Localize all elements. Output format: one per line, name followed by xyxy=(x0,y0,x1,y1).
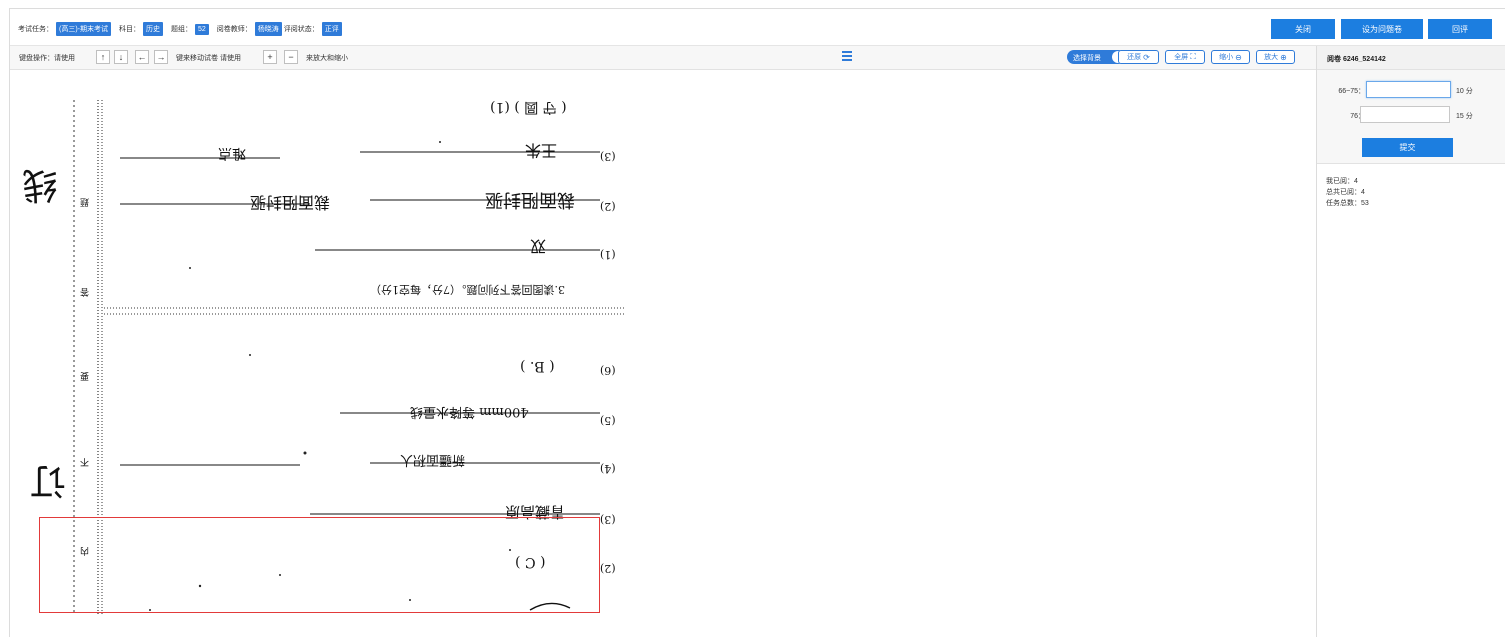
mark-problem-button[interactable]: 设为问题卷 xyxy=(1341,19,1423,39)
answer-2a-extra: 裁面阻封驱 xyxy=(250,193,331,212)
answer-num-6: (6) xyxy=(600,364,616,377)
answer-3a-extra: 难点 xyxy=(218,145,246,161)
arrow-left-key[interactable]: ← xyxy=(135,50,149,64)
shrink-button[interactable]: 缩小 ⊖ xyxy=(1211,50,1250,64)
zoom-hint: 来放大和缩小 xyxy=(306,55,348,62)
panel-header: 阅卷 6246_524142 xyxy=(1317,46,1505,70)
zoom-out-key[interactable]: − xyxy=(284,50,298,64)
arrow-right-key[interactable]: → xyxy=(154,50,168,64)
refresh-icon: ⟳ xyxy=(1143,52,1150,62)
menu-icon[interactable] xyxy=(842,51,852,61)
question-3-title: 3.读图回答下列问题。（7分，每空1分） xyxy=(370,283,565,296)
task-info-bar: 考试任务： (高三)-期末考试 科目： 历史 题组： 52 阅卷教师： 杨晓涛 … xyxy=(10,9,1505,46)
paper-toolbar: 键盘操作：请使用 ↑ ↓ ← → 键来移动试卷 请使用 + − 来放大和缩小 选… xyxy=(10,46,1316,70)
task-value-badge: (高三)-期末考试 xyxy=(56,22,111,36)
binding-label-line: 线 xyxy=(22,164,59,205)
my-read-count: 我已阅：4 xyxy=(1326,178,1358,185)
status-value-badge: 正评 xyxy=(321,22,342,36)
answer-4-crossed: 新疆面积大 xyxy=(400,452,466,467)
answer-6: ( B. ) xyxy=(520,358,555,374)
zoom-in-key[interactable]: + xyxy=(263,50,277,64)
subject-value-badge: 历史 xyxy=(143,22,163,36)
task-total-count: 任务总数：53 xyxy=(1326,200,1369,207)
arrow-up-key[interactable]: ↑ xyxy=(96,50,110,64)
answer-num-2a: (2) xyxy=(600,200,616,213)
restore-label: 还原 xyxy=(1127,54,1142,61)
margin-label-yao: 要 xyxy=(80,370,90,380)
status-label: 评阅状态： xyxy=(283,26,319,33)
answer-3a: 王朱 xyxy=(525,141,558,160)
answer-num-1a: (1) xyxy=(600,248,616,261)
answer-num-3a: (3) xyxy=(600,150,616,163)
subject-label: 科目： xyxy=(119,26,140,33)
enlarge-label: 放大 xyxy=(1264,54,1279,61)
score-unit-66-75: 10 分 xyxy=(1456,88,1473,95)
teacher-value-badge: 杨晓涛 xyxy=(254,22,282,36)
total-read-count: 总共已阅：4 xyxy=(1326,189,1365,196)
answer-5: 400mm 等降水量线 xyxy=(410,404,529,419)
review-button[interactable]: 回评 xyxy=(1428,19,1492,39)
margin-label-ti: 题 xyxy=(80,196,90,206)
score-unit-76: 15 分 xyxy=(1456,113,1473,120)
group-value-badge: 52 xyxy=(195,23,209,35)
enlarge-button[interactable]: 放大 ⊕ xyxy=(1256,50,1295,64)
background-toggle[interactable]: 选择背景 xyxy=(1067,50,1125,64)
submit-button[interactable]: 提交 xyxy=(1362,138,1453,157)
answer-1a: ( 守 圆 ) (1) xyxy=(490,99,567,115)
zoom-out-icon: ⊖ xyxy=(1235,52,1242,62)
answer-num-4: (4) xyxy=(600,462,616,475)
scoring-panel: 阅卷 6246_524142 66~75： 10 分 76： 15 分 提交 我… xyxy=(1316,46,1505,637)
read-stats: 我已阅：4 总共已阅：4 任务总数：53 xyxy=(1326,176,1369,209)
paper-id-title: 阅卷 6246_524142 xyxy=(1327,56,1386,63)
fullscreen-label: 全屏 xyxy=(1174,54,1189,61)
arrow-down-key[interactable]: ↓ xyxy=(114,50,128,64)
task-label: 考试任务： xyxy=(18,26,53,33)
margin-label-da: 答 xyxy=(80,286,90,296)
zoom-in-icon: ⊕ xyxy=(1280,52,1287,62)
group-label: 题组： xyxy=(171,26,192,33)
answer-2a: 裁面阻封驱 xyxy=(485,189,575,210)
score-input-76[interactable] xyxy=(1360,106,1450,123)
move-hint: 键来移动试卷 请使用 xyxy=(176,55,241,62)
answer-num-2b: (2) xyxy=(600,562,616,575)
answer-num-5: (5) xyxy=(600,414,616,427)
close-button[interactable]: 关闭 xyxy=(1271,19,1335,39)
fullscreen-button[interactable]: 全屏 ⛶ xyxy=(1165,50,1205,64)
score-input-66-75[interactable] xyxy=(1366,81,1451,98)
shrink-label: 缩小 xyxy=(1219,54,1234,61)
score-label-66-75: 66~75： xyxy=(1338,88,1365,95)
teacher-label: 阅卷教师： xyxy=(216,26,252,33)
margin-label-bu: 不 xyxy=(80,456,90,466)
binding-label-order: 订 xyxy=(30,460,67,501)
answer-1b: 双 xyxy=(530,237,547,256)
scoring-region-highlight xyxy=(39,517,600,613)
background-toggle-label: 选择背景 xyxy=(1073,55,1101,62)
restore-button[interactable]: 还原 ⟳ xyxy=(1118,50,1159,64)
expand-icon: ⛶ xyxy=(1190,52,1196,61)
answer-num-3b: (3) xyxy=(600,513,616,526)
task-info: 考试任务： (高三)-期末考试 科目： 历史 题组： 52 阅卷教师： 杨晓涛 … xyxy=(18,22,350,36)
keyboard-hint: 键盘操作：请使用 xyxy=(19,55,75,62)
